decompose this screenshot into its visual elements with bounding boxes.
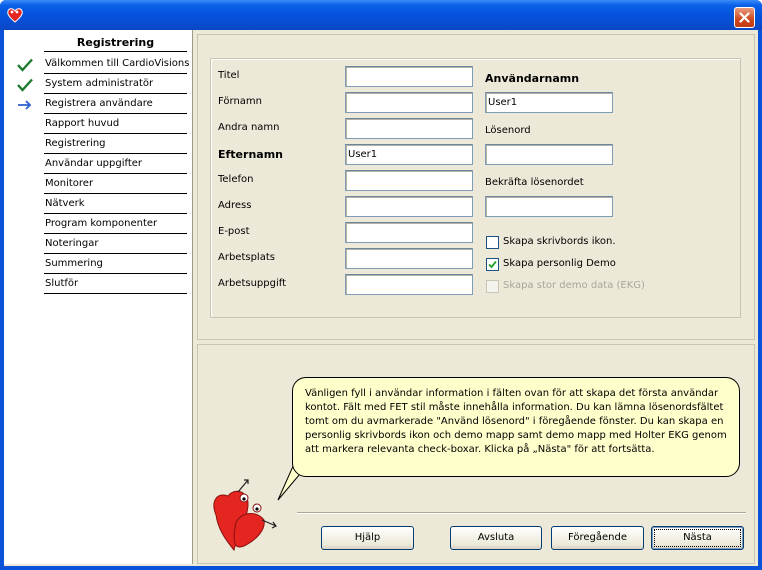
- back-button[interactable]: Föregående: [551, 526, 644, 550]
- middle-name-label: Andra namn: [218, 122, 280, 133]
- arrow-right-icon: [18, 100, 32, 110]
- email-input[interactable]: [345, 222, 473, 243]
- next-button[interactable]: Nästa: [651, 526, 744, 550]
- title-label: Titel: [218, 70, 240, 81]
- step-item-welcome[interactable]: Välkommen till CardioVisions: [44, 54, 189, 74]
- heart-mascot-icon: [213, 479, 277, 552]
- confirm-password-label: Bekräfta lösenordet: [485, 177, 584, 188]
- desktop-icon-checkbox-label: Skapa skrivbords ikon.: [503, 236, 616, 247]
- last-name-input[interactable]: [345, 144, 473, 165]
- username-input[interactable]: [485, 92, 613, 113]
- check-icon: [17, 78, 33, 92]
- close-icon: [739, 12, 750, 23]
- heart-app-icon: [7, 8, 23, 23]
- password-label: Lösenord: [485, 125, 531, 136]
- password-input[interactable]: [485, 144, 613, 165]
- step-item-notes[interactable]: Noteringar: [44, 234, 187, 254]
- phone-input[interactable]: [345, 170, 473, 191]
- help-button[interactable]: Hjälp: [321, 526, 414, 550]
- address-label: Adress: [218, 200, 252, 211]
- first-name-input[interactable]: [345, 92, 473, 113]
- step-item-system-admin[interactable]: System administratör: [44, 74, 187, 94]
- cancel-button[interactable]: Avsluta: [450, 526, 542, 550]
- help-text: Vänligen fyll i användar information i f…: [305, 388, 727, 455]
- job-title-input[interactable]: [345, 274, 473, 295]
- step-item-registration[interactable]: Registrering: [44, 134, 187, 154]
- job-title-label: Arbetsuppgift: [218, 278, 287, 289]
- address-input[interactable]: [345, 196, 473, 217]
- desktop-icon-checkbox[interactable]: [486, 236, 499, 249]
- step-item-register-user[interactable]: Registrera användare: [44, 94, 187, 114]
- button-separator: [297, 512, 746, 514]
- large-demo-data-checkbox: [486, 280, 499, 293]
- middle-name-input[interactable]: [345, 118, 473, 139]
- workplace-input[interactable]: [345, 248, 473, 269]
- steps-title: Registrering: [44, 36, 187, 52]
- phone-label: Telefon: [218, 174, 254, 185]
- user-form-group: [210, 58, 741, 318]
- steps-panel: Registrering Välkommen till CardioVision…: [4, 30, 193, 564]
- username-label: Användarnamn: [485, 72, 580, 85]
- step-item-finish[interactable]: Slutför: [44, 274, 187, 294]
- email-label: E-post: [218, 226, 250, 237]
- last-name-label: Efternamn: [218, 148, 283, 161]
- step-item-report-header[interactable]: Rapport huvud: [44, 114, 187, 134]
- workplace-label: Arbetsplats: [218, 252, 275, 263]
- title-bar[interactable]: [0, 0, 762, 30]
- check-icon: [17, 58, 33, 72]
- close-button[interactable]: [734, 7, 755, 28]
- personal-demo-checkbox[interactable]: [486, 258, 499, 271]
- step-item-program-components[interactable]: Program komponenter: [44, 214, 187, 234]
- step-item-summary[interactable]: Summering: [44, 254, 187, 274]
- first-name-label: Förnamn: [218, 96, 262, 107]
- large-demo-data-checkbox-label: Skapa stor demo data (EKG): [503, 280, 645, 291]
- personal-demo-checkbox-label: Skapa personlig Demo: [503, 258, 616, 269]
- title-input[interactable]: [345, 66, 473, 87]
- help-speech-bubble: Vänligen fyll i användar information i f…: [292, 377, 740, 477]
- step-item-user-details[interactable]: Användar uppgifter: [44, 154, 187, 174]
- confirm-password-input[interactable]: [485, 196, 613, 217]
- step-item-network[interactable]: Nätverk: [44, 194, 187, 214]
- checkmark-icon: [488, 260, 497, 269]
- step-item-monitors[interactable]: Monitorer: [44, 174, 187, 194]
